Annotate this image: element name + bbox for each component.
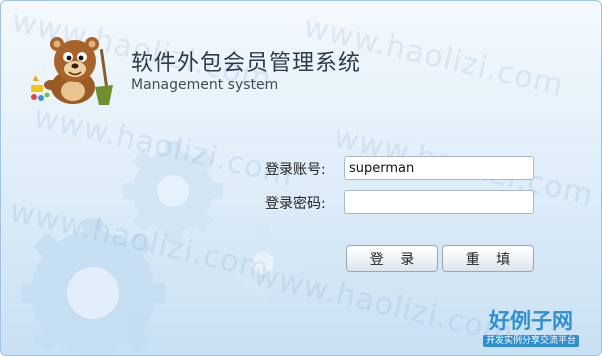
password-input[interactable] [344,190,534,214]
password-label: 登录密码: [265,196,326,212]
logo-sub-text: 开发实例分享交流平台 [483,335,579,347]
logo-main-text: 好例子网 [489,308,573,333]
account-label: 登录账号: [265,162,326,178]
site-logo: 好例子网 开发实例分享交流平台 [483,309,579,347]
app-title: 软件外包会员管理系统 [131,51,362,76]
mascot-bear-icon [31,37,113,105]
app-subtitle: Management system [131,77,279,93]
login-window: www.haolizi.com www.haolizi.com www.haol… [0,0,602,356]
account-input[interactable] [344,156,534,180]
login-button[interactable]: 登 录 [346,245,438,272]
reset-button[interactable]: 重 填 [442,245,534,272]
